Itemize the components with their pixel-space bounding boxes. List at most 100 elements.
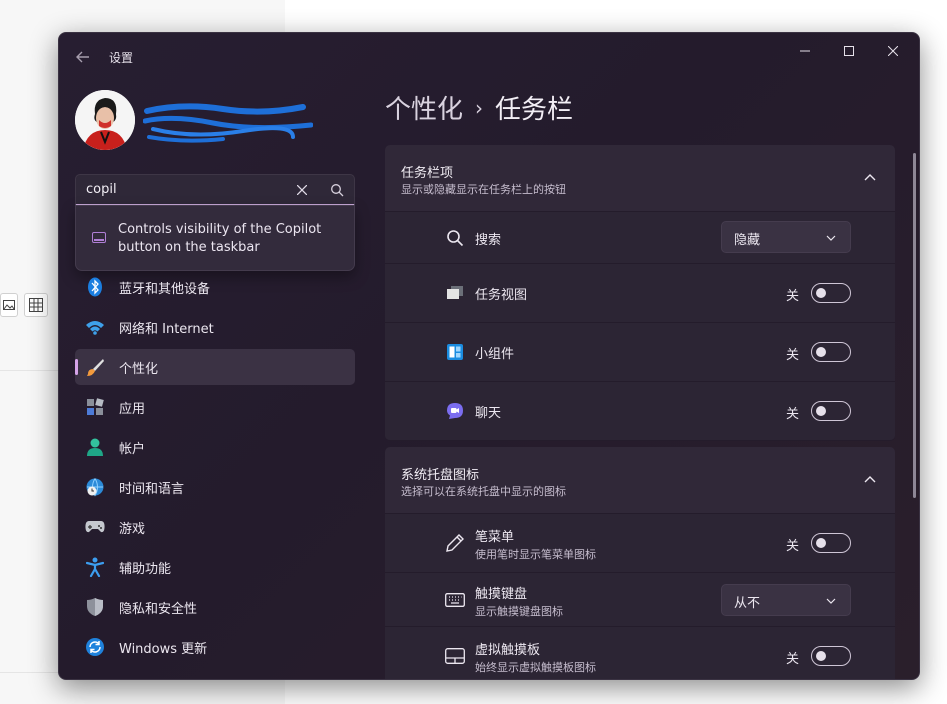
virtual-touchpad-toggle[interactable] [811, 646, 851, 666]
toggle-state-text: 关 [785, 348, 799, 363]
redacted-user-name [143, 103, 313, 143]
chat-toggle[interactable] [811, 401, 851, 421]
globe-clock-icon [85, 477, 105, 497]
keyboard-icon [445, 590, 465, 610]
setting-label: 笔菜单 [475, 530, 515, 545]
sidebar-item-accounts[interactable]: 帐户 [75, 429, 355, 465]
setting-row-pen-menu: 笔菜单 使用笔时显示笔菜单图标 关 [385, 514, 895, 573]
sidebar-item-label: 网络和 Internet [119, 322, 214, 337]
section-subtitle: 显示或隐藏显示在任务栏上的按钮 [401, 183, 566, 196]
chevron-up-icon [864, 476, 876, 483]
task-view-toggle[interactable] [811, 283, 851, 303]
search-suggestion[interactable]: Controls visibility of the Copilot butto… [75, 205, 355, 271]
dropdown-value: 从不 [734, 596, 761, 611]
touchpad-icon [445, 646, 465, 666]
task-view-icon [445, 283, 465, 303]
window-title: 设置 [109, 51, 134, 65]
setting-description: 始终显示虚拟触摸板图标 [475, 661, 596, 674]
search-icon[interactable] [330, 183, 344, 197]
update-icon [85, 637, 105, 657]
image-icon [0, 293, 18, 317]
section-header-system-tray[interactable]: 系统托盘图标 选择可以在系统托盘中显示的图标 [385, 447, 895, 514]
sidebar-item-personalization[interactable]: 个性化 [75, 349, 355, 385]
close-button[interactable] [871, 37, 915, 65]
breadcrumb-parent[interactable]: 个性化 [385, 89, 463, 126]
sidebar-item-time-language[interactable]: 时间和语言 [75, 469, 355, 505]
bluetooth-icon [85, 277, 105, 297]
sidebar-item-label: 帐户 [119, 442, 146, 457]
minimize-button[interactable] [783, 37, 827, 65]
dropdown-value: 隐藏 [734, 233, 761, 248]
back-button[interactable] [73, 47, 93, 67]
sidebar-item-network[interactable]: 网络和 Internet [75, 309, 355, 345]
toggle-state-text: 关 [785, 652, 799, 667]
setting-description: 使用笔时显示笔菜单图标 [475, 548, 596, 561]
section-title: 任务栏项 [401, 166, 454, 181]
pen-menu-toggle[interactable] [811, 533, 851, 553]
setting-row-widgets: 小组件 关 [385, 323, 895, 382]
widgets-toggle[interactable] [811, 342, 851, 362]
search-icon [445, 228, 465, 248]
section-header-taskbar-items[interactable]: 任务栏项 显示或隐藏显示在任务栏上的按钮 [385, 145, 895, 212]
sidebar-item-windows-update[interactable]: Windows 更新 [75, 629, 355, 665]
search-input[interactable]: copil [86, 182, 117, 197]
maximize-icon [844, 46, 854, 56]
chevron-down-icon [826, 598, 836, 604]
avatar[interactable] [75, 90, 135, 150]
toggle-state-text: 关 [785, 407, 799, 422]
minimize-icon [800, 50, 810, 52]
setting-row-task-view: 任务视图 关 [385, 264, 895, 323]
setting-label: 小组件 [475, 347, 515, 362]
sidebar-item-label: 时间和语言 [119, 482, 185, 497]
sidebar-item-bluetooth[interactable]: 蓝牙和其他设备 [75, 269, 355, 305]
maximize-button[interactable] [827, 37, 871, 65]
sidebar-item-gaming[interactable]: 游戏 [75, 509, 355, 545]
sidebar-item-label: 游戏 [119, 522, 146, 537]
clear-search-button[interactable] [294, 182, 310, 198]
pen-icon [445, 533, 465, 553]
toggle-state-text: 关 [785, 539, 799, 554]
search-visibility-dropdown[interactable]: 隐藏 [721, 221, 851, 253]
sidebar-item-apps[interactable]: 应用 [75, 389, 355, 425]
setting-row-virtual-touchpad: 虚拟触摸板 始终显示虚拟触摸板图标 关 [385, 627, 895, 679]
taskbar-icon [92, 232, 106, 243]
breadcrumb-separator: › [475, 95, 484, 120]
apps-icon [85, 397, 105, 417]
arrow-left-icon [76, 51, 89, 63]
setting-row-search: 搜索 隐藏 [385, 212, 895, 264]
setting-description: 显示触摸键盘图标 [475, 605, 563, 618]
search-field[interactable]: copil [75, 174, 355, 206]
brush-icon [85, 357, 105, 377]
settings-window: 设置 copil Controls visibility of the Copi… [58, 32, 920, 680]
setting-row-touch-keyboard: 触摸键盘 显示触摸键盘图标 从不 [385, 573, 895, 627]
gamepad-icon [85, 517, 105, 537]
setting-label: 任务视图 [475, 288, 528, 303]
toggle-state-text: 关 [785, 289, 799, 304]
accessibility-icon [85, 557, 105, 577]
sidebar-item-label: 隐私和安全性 [119, 602, 198, 617]
section-subtitle: 选择可以在系统托盘中显示的图标 [401, 485, 566, 498]
setting-label: 虚拟触摸板 [475, 643, 541, 658]
sidebar-item-label: 辅助功能 [119, 562, 172, 577]
table-icon [24, 293, 48, 317]
account-icon [85, 437, 105, 457]
close-icon [297, 185, 307, 195]
sidebar-item-label: Windows 更新 [119, 642, 208, 657]
background-divider [0, 370, 60, 371]
sidebar-item-label: 应用 [119, 402, 146, 417]
title-bar: 设置 [59, 33, 919, 81]
wifi-icon [85, 317, 105, 337]
setting-label: 搜索 [475, 233, 502, 248]
widgets-icon [445, 342, 465, 362]
sidebar-item-accessibility[interactable]: 辅助功能 [75, 549, 355, 585]
chevron-up-icon [864, 174, 876, 181]
page-title: 任务栏 [495, 95, 574, 125]
scrollbar[interactable] [913, 153, 916, 498]
sidebar-item-label: 个性化 [119, 362, 159, 377]
setting-row-chat: 聊天 关 [385, 382, 895, 441]
setting-label: 聊天 [475, 406, 502, 421]
sidebar-item-privacy[interactable]: 隐私和安全性 [75, 589, 355, 625]
close-icon [888, 46, 898, 56]
section-title: 系统托盘图标 [401, 468, 480, 483]
touch-keyboard-dropdown[interactable]: 从不 [721, 584, 851, 616]
